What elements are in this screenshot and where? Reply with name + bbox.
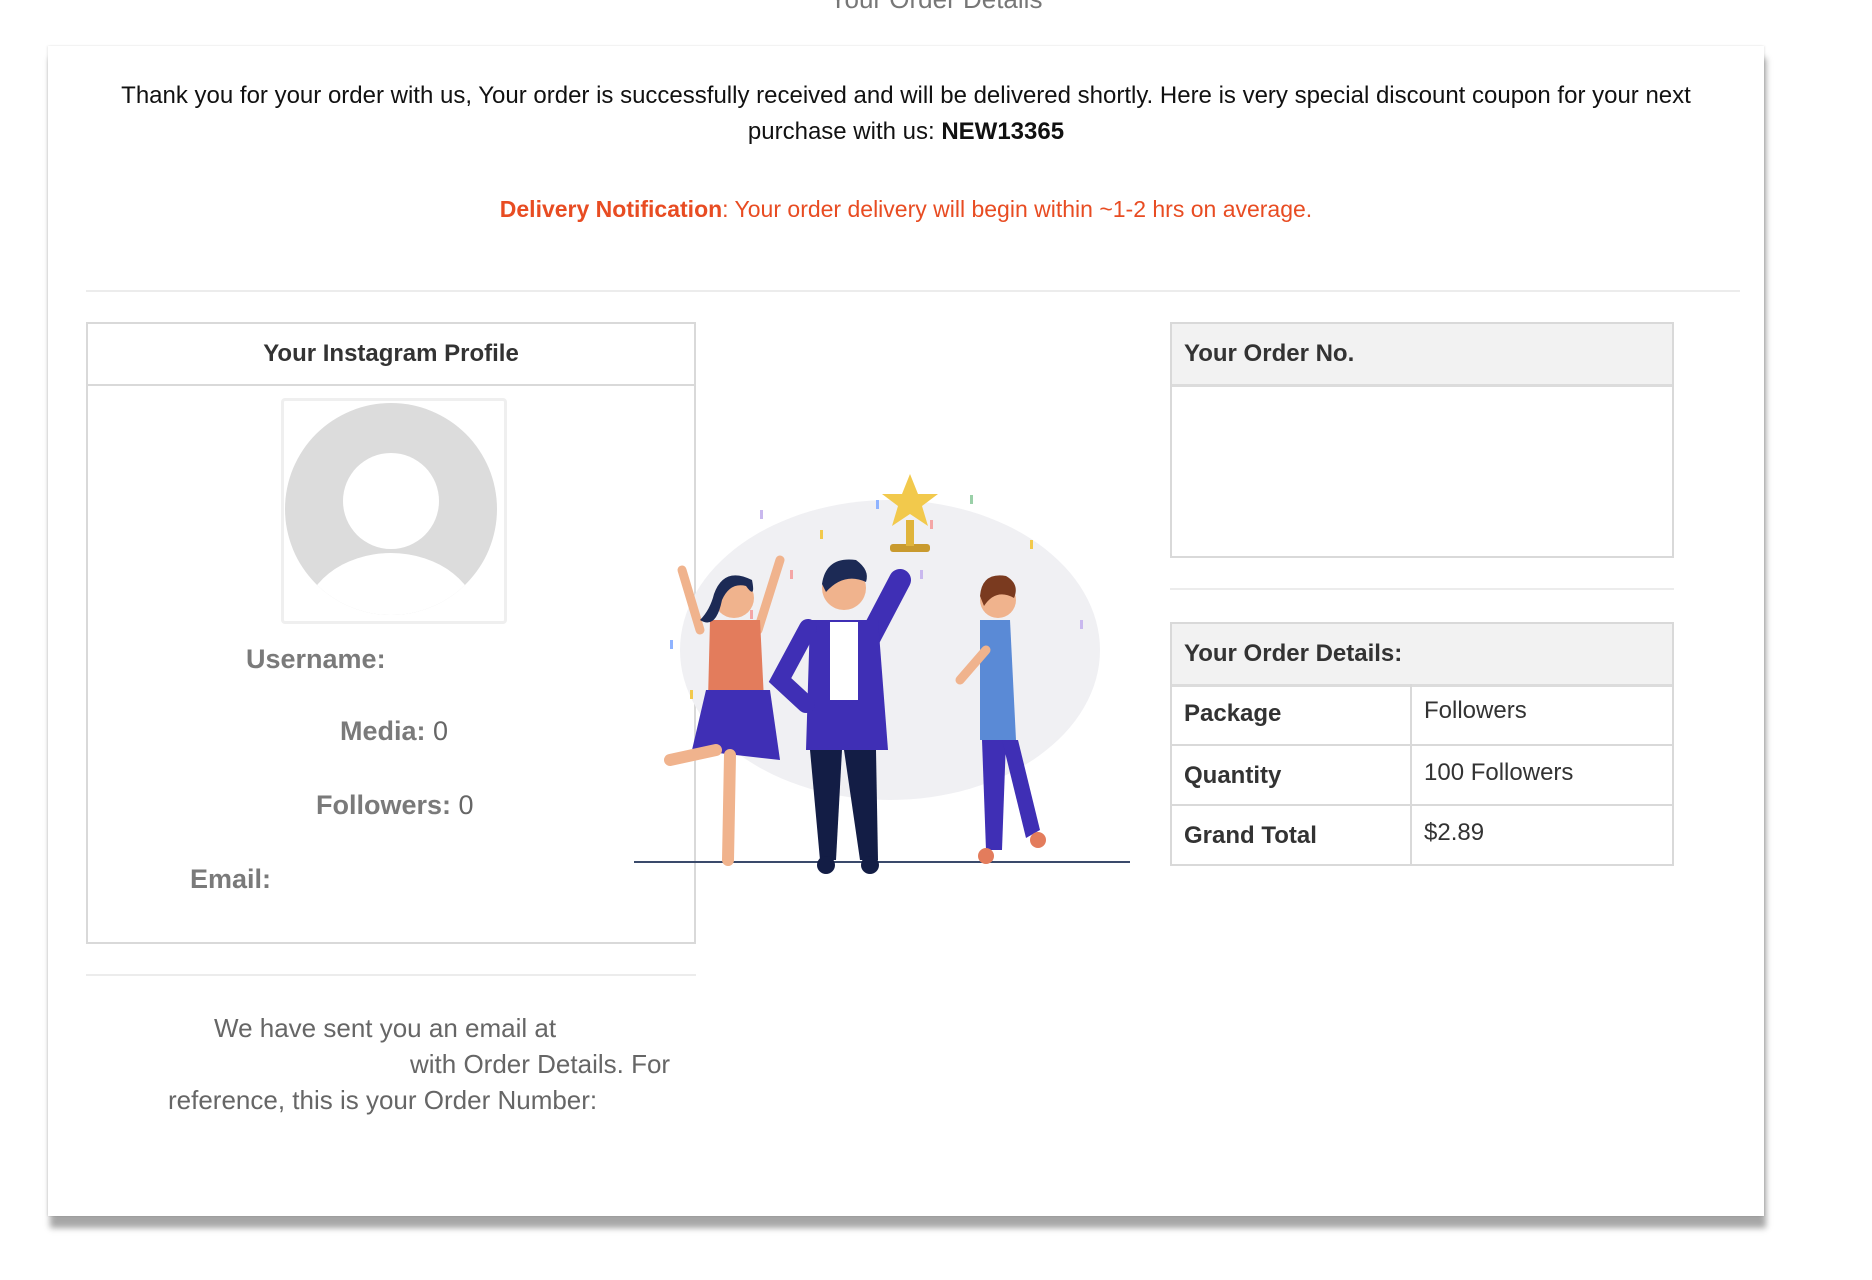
delivery-notification-text: : Your order delivery will begin within … <box>722 196 1313 222</box>
order-number-value <box>1172 387 1672 411</box>
instagram-profile-panel: Your Instagram Profile Username: Media: … <box>86 322 696 944</box>
section-divider <box>86 290 1740 292</box>
default-avatar-icon <box>285 403 497 615</box>
email-notice-line3: reference, this is your Order Number: <box>168 1085 598 1115</box>
package-value: Followers <box>1424 697 1527 724</box>
order-details-table: Your Order Details: Package Followers Qu… <box>1170 622 1674 866</box>
followers-field: Followers: 0 <box>316 790 474 821</box>
thank-you-message: Thank you for your order with us, Your o… <box>86 78 1726 150</box>
woman-figure <box>664 555 785 866</box>
order-number-heading: Your Order No. <box>1172 324 1672 387</box>
coupon-code: NEW13365 <box>941 118 1065 145</box>
table-row: Quantity 100 Followers <box>1172 744 1672 804</box>
grand-total-value: $2.89 <box>1424 819 1485 846</box>
followers-label: Followers: <box>316 790 452 820</box>
order-number-panel: Your Order No. <box>1170 322 1674 558</box>
order-details-heading: Your Order Details: <box>1172 624 1672 687</box>
email-label: Email: <box>190 864 272 894</box>
package-label: Package <box>1184 700 1282 727</box>
profile-heading: Your Instagram Profile <box>88 324 694 386</box>
avatar <box>281 398 507 624</box>
media-label: Media: <box>340 716 426 746</box>
delivery-notification-label: Delivery Notification <box>499 196 723 222</box>
username-field: Username: <box>246 644 386 675</box>
email-notice-line1: We have sent you an email at <box>214 1013 557 1043</box>
email-notice-line2: with Order Details. For <box>410 1049 671 1079</box>
profile-divider <box>86 974 696 976</box>
thank-you-text: Thank you for your order with us, Your o… <box>121 82 1691 145</box>
quantity-label: Quantity <box>1184 762 1282 789</box>
followers-value: 0 <box>458 790 474 820</box>
table-row: Grand Total $2.89 <box>1172 804 1672 864</box>
order-divider <box>1170 588 1674 590</box>
celebration-trophy-illustration <box>634 474 1130 874</box>
quantity-value: 100 Followers <box>1424 759 1574 786</box>
table-row: Package Followers <box>1172 684 1672 744</box>
page-title: Your Order Details <box>0 0 1872 12</box>
grand-total-label: Grand Total <box>1184 822 1317 849</box>
media-field: Media: 0 <box>340 716 448 747</box>
username-label: Username: <box>246 644 386 674</box>
delivery-notification: Delivery Notification: Your order delive… <box>86 196 1726 223</box>
email-field: Email: <box>190 864 271 895</box>
media-value: 0 <box>433 716 449 746</box>
